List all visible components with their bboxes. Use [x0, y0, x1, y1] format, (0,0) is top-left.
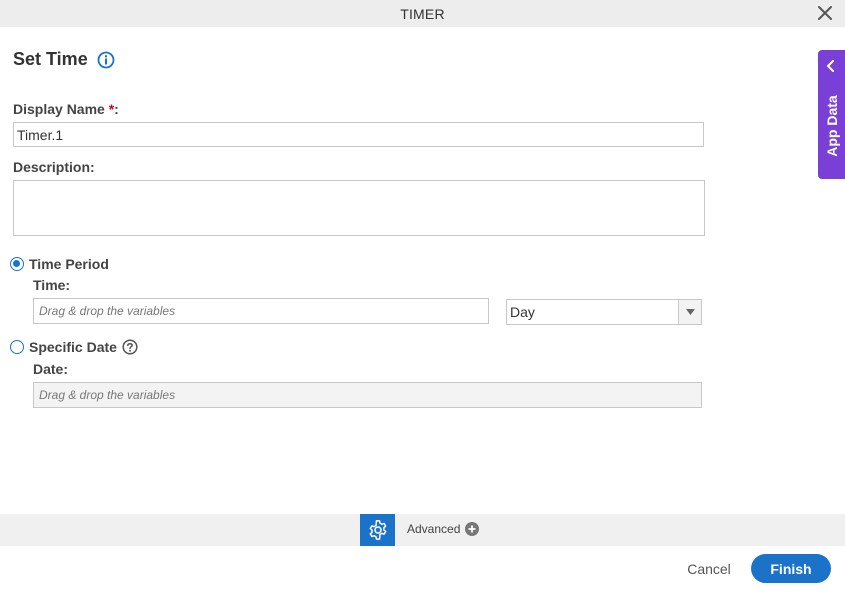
info-icon[interactable]: [97, 51, 115, 69]
advanced-toggle[interactable]: Advanced: [407, 522, 480, 536]
dropdown-arrow-icon[interactable]: [678, 300, 701, 324]
cancel-button[interactable]: Cancel: [676, 558, 742, 580]
dialog-titlebar: TIMER: [0, 0, 845, 27]
time-drop-zone[interactable]: Drag & drop the variables: [33, 298, 489, 324]
gear-icon: [369, 520, 386, 540]
time-period-label: Time Period: [29, 256, 109, 272]
specific-date-option[interactable]: Specific Date: [10, 339, 138, 355]
app-data-label: App Data: [823, 95, 840, 157]
time-label: Time:: [33, 277, 71, 293]
app-data-panel-tab[interactable]: App Data: [818, 50, 845, 179]
page-title: Set Time: [13, 49, 88, 69]
section-heading: Set Time: [13, 49, 115, 70]
time-period-option[interactable]: Time Period: [10, 256, 109, 272]
display-name-label: Display Name *:: [13, 101, 119, 117]
description-label: Description:: [13, 159, 95, 175]
time-unit-value: Day: [510, 304, 535, 320]
time-period-radio[interactable]: [10, 257, 24, 271]
time-unit-select[interactable]: Day: [506, 299, 702, 325]
date-drop-zone[interactable]: Drag & drop the variables: [33, 382, 702, 408]
settings-button[interactable]: [360, 514, 395, 546]
advanced-label: Advanced: [407, 522, 461, 536]
help-icon[interactable]: [122, 339, 138, 355]
specific-date-label: Specific Date: [29, 339, 117, 355]
description-textarea[interactable]: [13, 180, 705, 236]
plus-circle-icon: [465, 522, 480, 536]
dialog-title: TIMER: [400, 6, 445, 22]
specific-date-radio[interactable]: [10, 340, 24, 354]
display-name-input[interactable]: [13, 122, 704, 147]
chevron-left-icon: [826, 60, 834, 72]
date-label: Date:: [33, 361, 69, 377]
close-icon[interactable]: [817, 5, 833, 21]
finish-button[interactable]: Finish: [751, 554, 831, 583]
